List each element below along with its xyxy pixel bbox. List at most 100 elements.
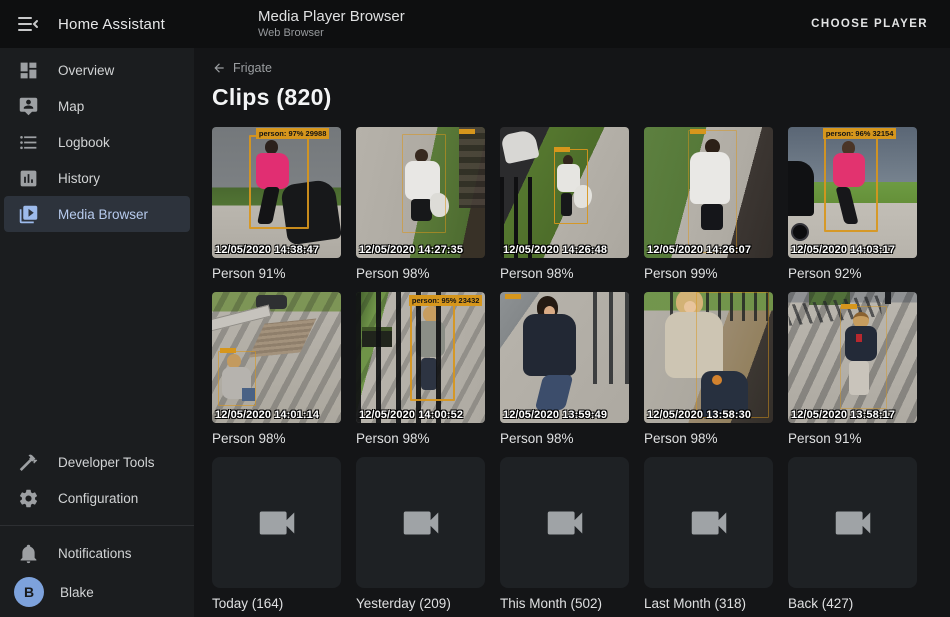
folder-tile-today[interactable]: Today (164) bbox=[212, 457, 341, 614]
sidebar-item-notifications[interactable]: Notifications bbox=[4, 535, 190, 571]
clip-label: Person 98% bbox=[500, 264, 629, 284]
media-browser-content: Frigate Clips (820) person: 97% 29988 12… bbox=[194, 48, 950, 617]
clip-label: Person 91% bbox=[212, 264, 341, 284]
sidebar-item-history[interactable]: History bbox=[4, 160, 190, 196]
page-heading-block: Media Player Browser Web Browser bbox=[258, 8, 805, 40]
detection-box-label: person: 97% 29988 bbox=[256, 128, 330, 139]
sidebar-item-media-browser[interactable]: Media Browser bbox=[4, 196, 190, 232]
video-camera-icon bbox=[830, 500, 876, 546]
clip-thumbnail: 12/05/2020 14:01:14 bbox=[212, 292, 341, 423]
sidebar-item-label: Overview bbox=[58, 63, 114, 78]
sidebar-item-overview[interactable]: Overview bbox=[4, 52, 190, 88]
clip-timestamp: 12/05/2020 13:59:49 bbox=[503, 409, 607, 421]
sidebar-item-map[interactable]: Map bbox=[4, 88, 190, 124]
clip-tile[interactable]: 12/05/2020 14:26:48 Person 98% bbox=[500, 127, 629, 284]
clip-tile[interactable]: 12/05/2020 13:58:30 Person 98% bbox=[644, 292, 773, 449]
sidebar-item-configuration[interactable]: Configuration bbox=[4, 480, 190, 516]
sidebar-item-developer-tools[interactable]: Developer Tools bbox=[4, 444, 190, 480]
clip-tile[interactable]: person: 97% 29988 12/05/2020 14:38:47 Pe… bbox=[212, 127, 341, 284]
scene-person-legs bbox=[534, 375, 572, 410]
sidebar-item-label: Configuration bbox=[58, 491, 138, 506]
clip-label: Person 98% bbox=[212, 429, 341, 449]
app-header: Home Assistant Media Player Browser Web … bbox=[0, 0, 950, 48]
clip-label: Person 98% bbox=[644, 429, 773, 449]
detection-bounding-box bbox=[410, 304, 455, 401]
clip-timestamp: 12/05/2020 14:27:35 bbox=[359, 244, 463, 256]
scene-car bbox=[500, 129, 539, 164]
clip-label: Person 98% bbox=[500, 429, 629, 449]
detection-bounding-box bbox=[688, 130, 737, 253]
back-to-frigate-button[interactable]: Frigate bbox=[212, 61, 272, 75]
sidebar-item-user-profile[interactable]: B Blake bbox=[4, 571, 190, 613]
bell-icon bbox=[18, 543, 39, 564]
detection-bounding-box bbox=[218, 351, 255, 406]
sidebar-divider bbox=[0, 525, 194, 526]
detection-bounding-box bbox=[402, 134, 446, 234]
clip-timestamp: 12/05/2020 14:26:48 bbox=[503, 244, 607, 256]
clip-thumbnail: person: 96% 32154 12/05/2020 14:03:17 bbox=[788, 127, 917, 258]
clip-thumbnail: 12/05/2020 13:58:30 bbox=[644, 292, 773, 423]
page-title: Media Player Browser bbox=[258, 8, 805, 25]
clip-timestamp: 12/05/2020 14:38:47 bbox=[215, 244, 319, 256]
clip-thumbnail: 12/05/2020 14:26:07 bbox=[644, 127, 773, 258]
scene-person-torso bbox=[523, 314, 576, 376]
folder-thumbnail bbox=[788, 457, 917, 588]
tooltip-account-icon bbox=[18, 96, 39, 117]
sidebar: Overview Map Logbook History Media Brows… bbox=[0, 48, 194, 617]
folder-tile-last-month[interactable]: Last Month (318) bbox=[644, 457, 773, 614]
sidebar-item-label: Logbook bbox=[58, 135, 110, 150]
video-camera-icon bbox=[254, 500, 300, 546]
clips-title: Clips (820) bbox=[212, 84, 932, 111]
folder-label: This Month (502) bbox=[500, 594, 629, 614]
clip-tile[interactable]: person: 95% 23432 12/05/2020 14:00:52 Pe… bbox=[356, 292, 485, 449]
folder-thumbnail bbox=[644, 457, 773, 588]
sidebar-item-logbook[interactable]: Logbook bbox=[4, 124, 190, 160]
choose-player-button[interactable]: CHOOSE PLAYER bbox=[805, 10, 934, 38]
detection-bounding-box bbox=[249, 135, 308, 229]
detection-bounding-box bbox=[824, 137, 878, 231]
arrow-left-icon bbox=[212, 61, 226, 75]
clip-timestamp: 12/05/2020 13:58:30 bbox=[647, 409, 751, 421]
folder-tile-back[interactable]: Back (427) bbox=[788, 457, 917, 614]
folder-tile-yesterday[interactable]: Yesterday (209) bbox=[356, 457, 485, 614]
folder-label: Yesterday (209) bbox=[356, 594, 485, 614]
list-bulleted-icon bbox=[18, 132, 39, 153]
clip-thumbnail: person: 97% 29988 12/05/2020 14:38:47 bbox=[212, 127, 341, 258]
detection-box-label: person: 95% 23432 bbox=[409, 295, 483, 306]
sidebar-toggle-icon[interactable] bbox=[15, 11, 41, 37]
clip-thumbnail: 12/05/2020 14:27:35 bbox=[356, 127, 485, 258]
clip-tile[interactable]: 12/05/2020 14:27:35 Person 98% bbox=[356, 127, 485, 284]
clip-label: Person 91% bbox=[788, 429, 917, 449]
clip-thumbnail: 12/05/2020 14:26:48 bbox=[500, 127, 629, 258]
detection-bounding-box bbox=[840, 306, 888, 408]
detection-box-label bbox=[505, 294, 521, 299]
folder-label: Last Month (318) bbox=[644, 594, 773, 614]
clip-timestamp: 12/05/2020 14:01:14 bbox=[215, 409, 319, 421]
detection-box-label bbox=[220, 348, 236, 353]
clip-tile[interactable]: 12/05/2020 14:01:14 Person 98% bbox=[212, 292, 341, 449]
folder-tile-this-month[interactable]: This Month (502) bbox=[500, 457, 629, 614]
folder-label: Today (164) bbox=[212, 594, 341, 614]
sidebar-item-label: Notifications bbox=[58, 546, 132, 561]
gear-icon bbox=[18, 488, 39, 509]
detection-bounding-box bbox=[554, 149, 588, 224]
clip-label: Person 92% bbox=[788, 264, 917, 284]
clip-thumbnail: 12/05/2020 13:59:49 bbox=[500, 292, 629, 423]
video-camera-icon bbox=[542, 500, 588, 546]
video-camera-icon bbox=[686, 500, 732, 546]
clip-tile[interactable]: person: 96% 32154 12/05/2020 14:03:17 Pe… bbox=[788, 127, 917, 284]
scene-stroller bbox=[788, 161, 814, 216]
folder-thumbnail bbox=[356, 457, 485, 588]
clip-timestamp: 12/05/2020 14:00:52 bbox=[359, 409, 463, 421]
clip-timestamp: 12/05/2020 13:58:17 bbox=[791, 409, 895, 421]
detection-box-label bbox=[841, 304, 857, 309]
clip-tile[interactable]: 12/05/2020 14:26:07 Person 99% bbox=[644, 127, 773, 284]
clip-timestamp: 12/05/2020 14:26:07 bbox=[647, 244, 751, 256]
sidebar-spacer bbox=[0, 232, 194, 444]
clip-tile[interactable]: 12/05/2020 13:58:17 Person 91% bbox=[788, 292, 917, 449]
sidebar-item-label: Media Browser bbox=[58, 207, 148, 222]
sidebar-item-label: Developer Tools bbox=[58, 455, 155, 470]
sidebar-item-label: Map bbox=[58, 99, 84, 114]
folder-thumbnail bbox=[500, 457, 629, 588]
clip-tile[interactable]: 12/05/2020 13:59:49 Person 98% bbox=[500, 292, 629, 449]
